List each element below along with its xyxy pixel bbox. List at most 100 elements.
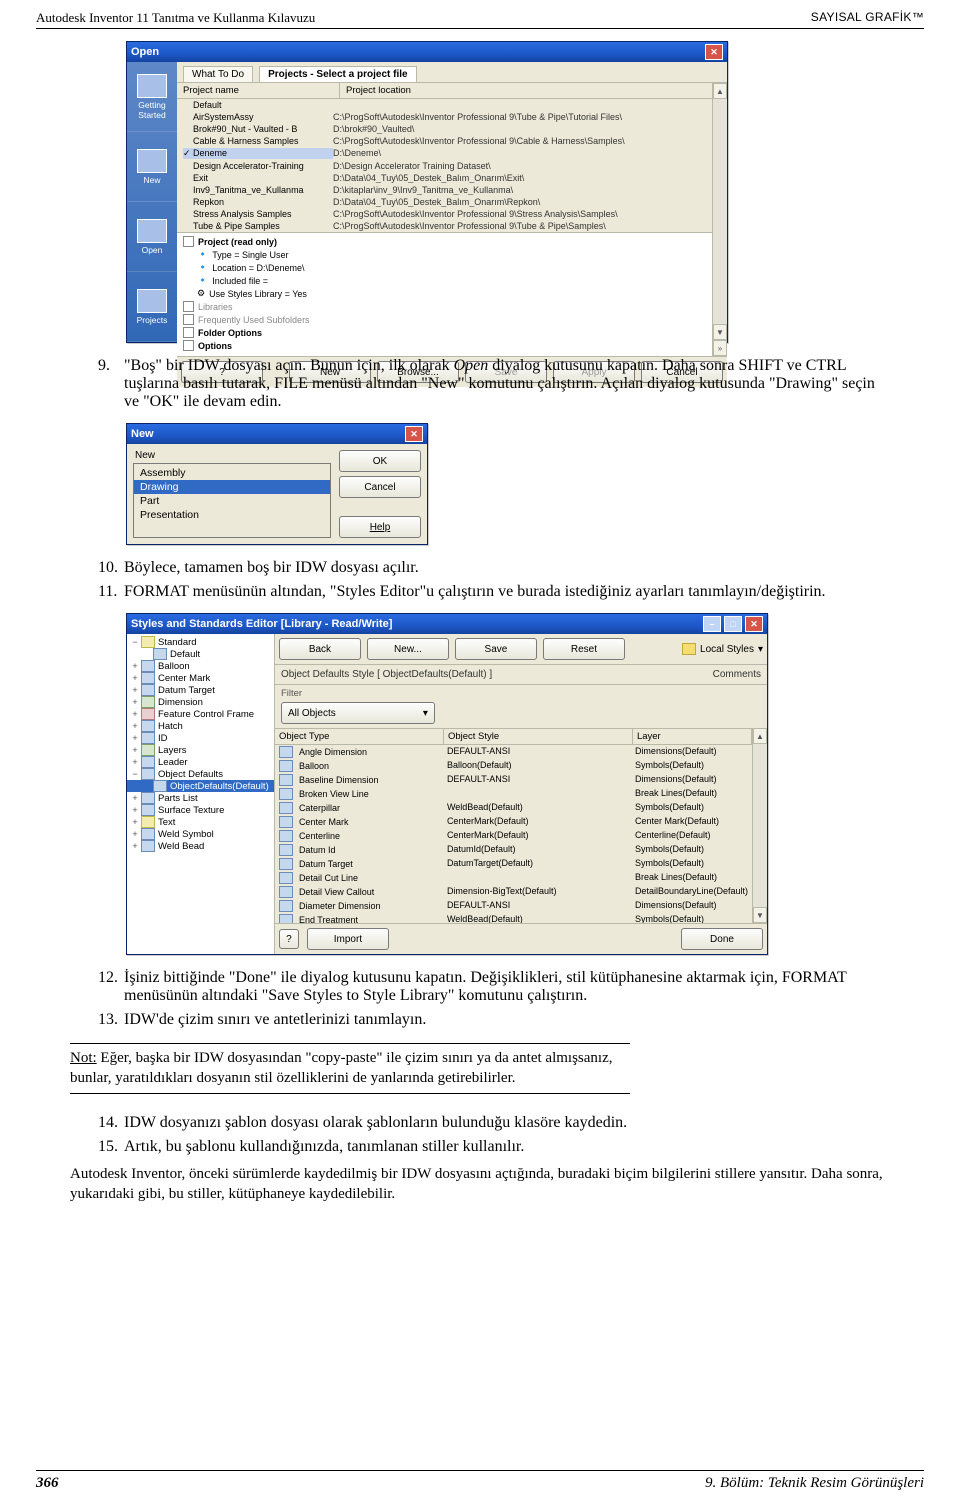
- filter-dropdown[interactable]: All Objects ▾: [281, 702, 435, 724]
- style-subtitle: Object Defaults Style [ ObjectDefaults(D…: [281, 669, 492, 680]
- tab-projects[interactable]: Projects - Select a project file: [259, 66, 417, 82]
- maximize-icon[interactable]: □: [724, 616, 742, 632]
- object-default-row[interactable]: Detail Cut LineBreak Lines(Default): [275, 871, 752, 885]
- tree-node[interactable]: Default: [127, 648, 274, 660]
- local-styles-dropdown[interactable]: Local Styles ▾: [682, 643, 763, 655]
- new-type-item[interactable]: Part: [134, 494, 330, 508]
- object-default-row[interactable]: Baseline DimensionDEFAULT-ANSIDimensions…: [275, 773, 752, 787]
- help-button[interactable]: ?: [279, 929, 299, 949]
- project-row[interactable]: Brok#90_Nut - Vaulted - BD:\brok#90_Vaul…: [177, 123, 712, 135]
- object-default-row[interactable]: Angle DimensionDEFAULT-ANSIDimensions(De…: [275, 745, 752, 759]
- tree-node[interactable]: −Standard: [127, 636, 274, 648]
- tree-node[interactable]: +Text: [127, 816, 274, 828]
- tree-node[interactable]: −Object Defaults: [127, 768, 274, 780]
- comments-label: Comments: [713, 669, 761, 680]
- tree-node[interactable]: +Weld Bead: [127, 840, 274, 852]
- new-label: New: [133, 450, 331, 463]
- tree-node[interactable]: +Parts List: [127, 792, 274, 804]
- tree-node[interactable]: +Surface Texture: [127, 804, 274, 816]
- tree-node[interactable]: +Center Mark: [127, 672, 274, 684]
- detail-included[interactable]: Included file =: [212, 276, 268, 286]
- object-default-row[interactable]: Datum TargetDatumTarget(Default)Symbols(…: [275, 857, 752, 871]
- minimize-icon[interactable]: –: [703, 616, 721, 632]
- expand-icon[interactable]: [183, 340, 194, 351]
- col-project-name[interactable]: Project name: [177, 83, 340, 98]
- object-default-row[interactable]: BalloonBalloon(Default)Symbols(Default): [275, 759, 752, 773]
- object-default-row[interactable]: End TreatmentWeldBead(Default)Symbols(De…: [275, 913, 752, 923]
- scroll-up-icon[interactable]: ▲: [713, 83, 727, 99]
- tree-node[interactable]: +Feature Control Frame: [127, 708, 274, 720]
- col-object-style[interactable]: Object Style: [444, 729, 633, 744]
- project-row[interactable]: AirSystemAssyC:\ProgSoft\Autodesk\Invent…: [177, 111, 712, 123]
- sidebar-item-new[interactable]: New: [127, 132, 177, 202]
- tree-node[interactable]: +Datum Target: [127, 684, 274, 696]
- note-text: Eğer, başka bir IDW dosyasından "copy-pa…: [70, 1050, 612, 1086]
- object-default-row[interactable]: Diameter DimensionDEFAULT-ANSIDimensions…: [275, 899, 752, 913]
- done-button[interactable]: Done: [681, 928, 763, 950]
- tree-node[interactable]: +ID: [127, 732, 274, 744]
- back-button[interactable]: Back: [279, 638, 361, 660]
- object-default-row[interactable]: CenterlineCenterMark(Default)Centerline(…: [275, 829, 752, 843]
- expand-icon[interactable]: [183, 327, 194, 338]
- col-project-location[interactable]: Project location: [340, 83, 712, 98]
- project-row[interactable]: ExitD:\Data\04_Tuy\05_Destek_Balım_Onarı…: [177, 172, 712, 184]
- expand-icon[interactable]: [183, 314, 194, 325]
- tab-what-to-do[interactable]: What To Do: [183, 66, 253, 82]
- save-style-button[interactable]: Save: [455, 638, 537, 660]
- scroll-down-icon[interactable]: ▼: [753, 907, 767, 923]
- tree-node[interactable]: +Dimension: [127, 696, 274, 708]
- expand-icon[interactable]: [183, 301, 194, 312]
- styles-editor-titlebar[interactable]: Styles and Standards Editor [Library - R…: [127, 614, 767, 634]
- object-defaults-table[interactable]: Angle DimensionDEFAULT-ANSIDimensions(De…: [275, 745, 752, 923]
- col-object-type[interactable]: Object Type: [275, 729, 444, 744]
- cancel-button[interactable]: Cancel: [339, 476, 421, 498]
- project-row[interactable]: Default: [177, 99, 712, 111]
- project-row[interactable]: Stress Analysis SamplesC:\ProgSoft\Autod…: [177, 208, 712, 220]
- project-row[interactable]: RepkonD:\Data\04_Tuy\05_Destek_Balım_Ona…: [177, 196, 712, 208]
- projects-list[interactable]: DefaultAirSystemAssyC:\ProgSoft\Autodesk…: [177, 99, 712, 232]
- tree-node[interactable]: +Balloon: [127, 660, 274, 672]
- reset-button[interactable]: Reset: [543, 638, 625, 660]
- new-style-button[interactable]: New...: [367, 638, 449, 660]
- styles-tree[interactable]: −StandardDefault+Balloon+Center Mark+Dat…: [127, 634, 275, 954]
- object-default-row[interactable]: CaterpillarWeldBead(Default)Symbols(Defa…: [275, 801, 752, 815]
- project-row[interactable]: Inv9_Tanitma_ve_KullanmaD:\kitaplar\inv_…: [177, 184, 712, 196]
- object-default-row[interactable]: Datum IdDatumId(Default)Symbols(Default): [275, 843, 752, 857]
- sidebar-item-projects[interactable]: Projects: [127, 272, 177, 342]
- project-row[interactable]: Cable & Harness SamplesC:\ProgSoft\Autod…: [177, 135, 712, 147]
- import-button[interactable]: Import: [307, 928, 389, 950]
- object-default-row[interactable]: Broken View LineBreak Lines(Default): [275, 787, 752, 801]
- scroll-down-icon[interactable]: ▼: [713, 324, 727, 340]
- object-default-row[interactable]: Center MarkCenterMark(Default)Center Mar…: [275, 815, 752, 829]
- project-row[interactable]: Design Accelerator-TrainingD:\Design Acc…: [177, 160, 712, 172]
- object-default-row[interactable]: Detail View CalloutDimension-BigText(Def…: [275, 885, 752, 899]
- new-type-item[interactable]: Presentation: [134, 508, 330, 522]
- project-row[interactable]: ✓DenemeD:\Deneme\: [177, 147, 712, 160]
- open-dialog-titlebar[interactable]: Open ✕: [127, 42, 727, 62]
- tree-node[interactable]: ObjectDefaults(Default): [127, 780, 274, 792]
- close-icon[interactable]: ✕: [705, 44, 723, 60]
- new-type-item[interactable]: Assembly: [134, 466, 330, 480]
- collapse-panel-icon[interactable]: »: [713, 340, 727, 356]
- close-icon[interactable]: ✕: [745, 616, 763, 632]
- help-button[interactable]: Help: [339, 516, 421, 538]
- sidebar-item-getting-started[interactable]: Getting Started: [127, 62, 177, 132]
- tree-node[interactable]: +Weld Symbol: [127, 828, 274, 840]
- close-icon[interactable]: ✕: [405, 426, 423, 442]
- project-row[interactable]: Tube & Pipe SamplesC:\ProgSoft\Autodesk\…: [177, 220, 712, 232]
- new-type-list[interactable]: AssemblyDrawingPartPresentation: [133, 463, 331, 538]
- tree-node[interactable]: +Hatch: [127, 720, 274, 732]
- scroll-up-icon[interactable]: ▲: [753, 728, 767, 744]
- ok-button[interactable]: OK: [339, 450, 421, 472]
- open-dialog: Open ✕ Getting Started New Open Projects…: [126, 41, 728, 343]
- new-dialog-titlebar[interactable]: New ✕: [127, 424, 427, 444]
- scrollbar[interactable]: ▲ ▼ »: [712, 83, 727, 356]
- new-type-item[interactable]: Drawing: [134, 480, 330, 494]
- step-number: 14.: [98, 1114, 124, 1132]
- scrollbar[interactable]: ▲ ▼: [752, 728, 767, 923]
- col-layer[interactable]: Layer: [633, 729, 752, 744]
- collapse-icon[interactable]: [183, 236, 194, 247]
- sidebar-item-open[interactable]: Open: [127, 202, 177, 272]
- tree-node[interactable]: +Layers: [127, 744, 274, 756]
- tree-node[interactable]: +Leader: [127, 756, 274, 768]
